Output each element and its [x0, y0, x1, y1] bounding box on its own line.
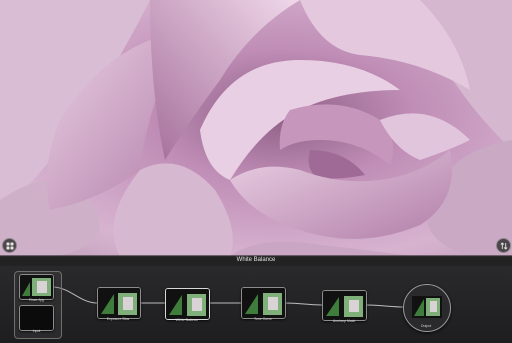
node-label: Input	[32, 329, 41, 333]
node-label: Unsharp Mask	[332, 319, 356, 323]
rose-image	[0, 0, 512, 256]
swap-button[interactable]	[496, 238, 511, 253]
node-thumbnail	[19, 305, 54, 331]
node-thumbnail	[241, 287, 286, 319]
panel-title: White Balance	[0, 255, 512, 266]
node-thumbnail	[322, 290, 367, 321]
node-label: Tone Curve	[254, 317, 272, 321]
node-thumbnail	[97, 287, 141, 319]
node-label: Rose.Jpg	[29, 298, 44, 302]
node-label: Exposure Bias	[106, 317, 130, 321]
grid-icon	[6, 242, 13, 249]
swap-arrows-icon	[499, 241, 508, 250]
node-label: White Balance	[175, 318, 199, 322]
grid-view-button[interactable]	[2, 238, 17, 253]
photo-canvas[interactable]	[0, 0, 512, 256]
node-thumbnail	[165, 288, 210, 320]
node-thumbnail	[19, 274, 54, 300]
node-label: Output	[420, 324, 432, 328]
